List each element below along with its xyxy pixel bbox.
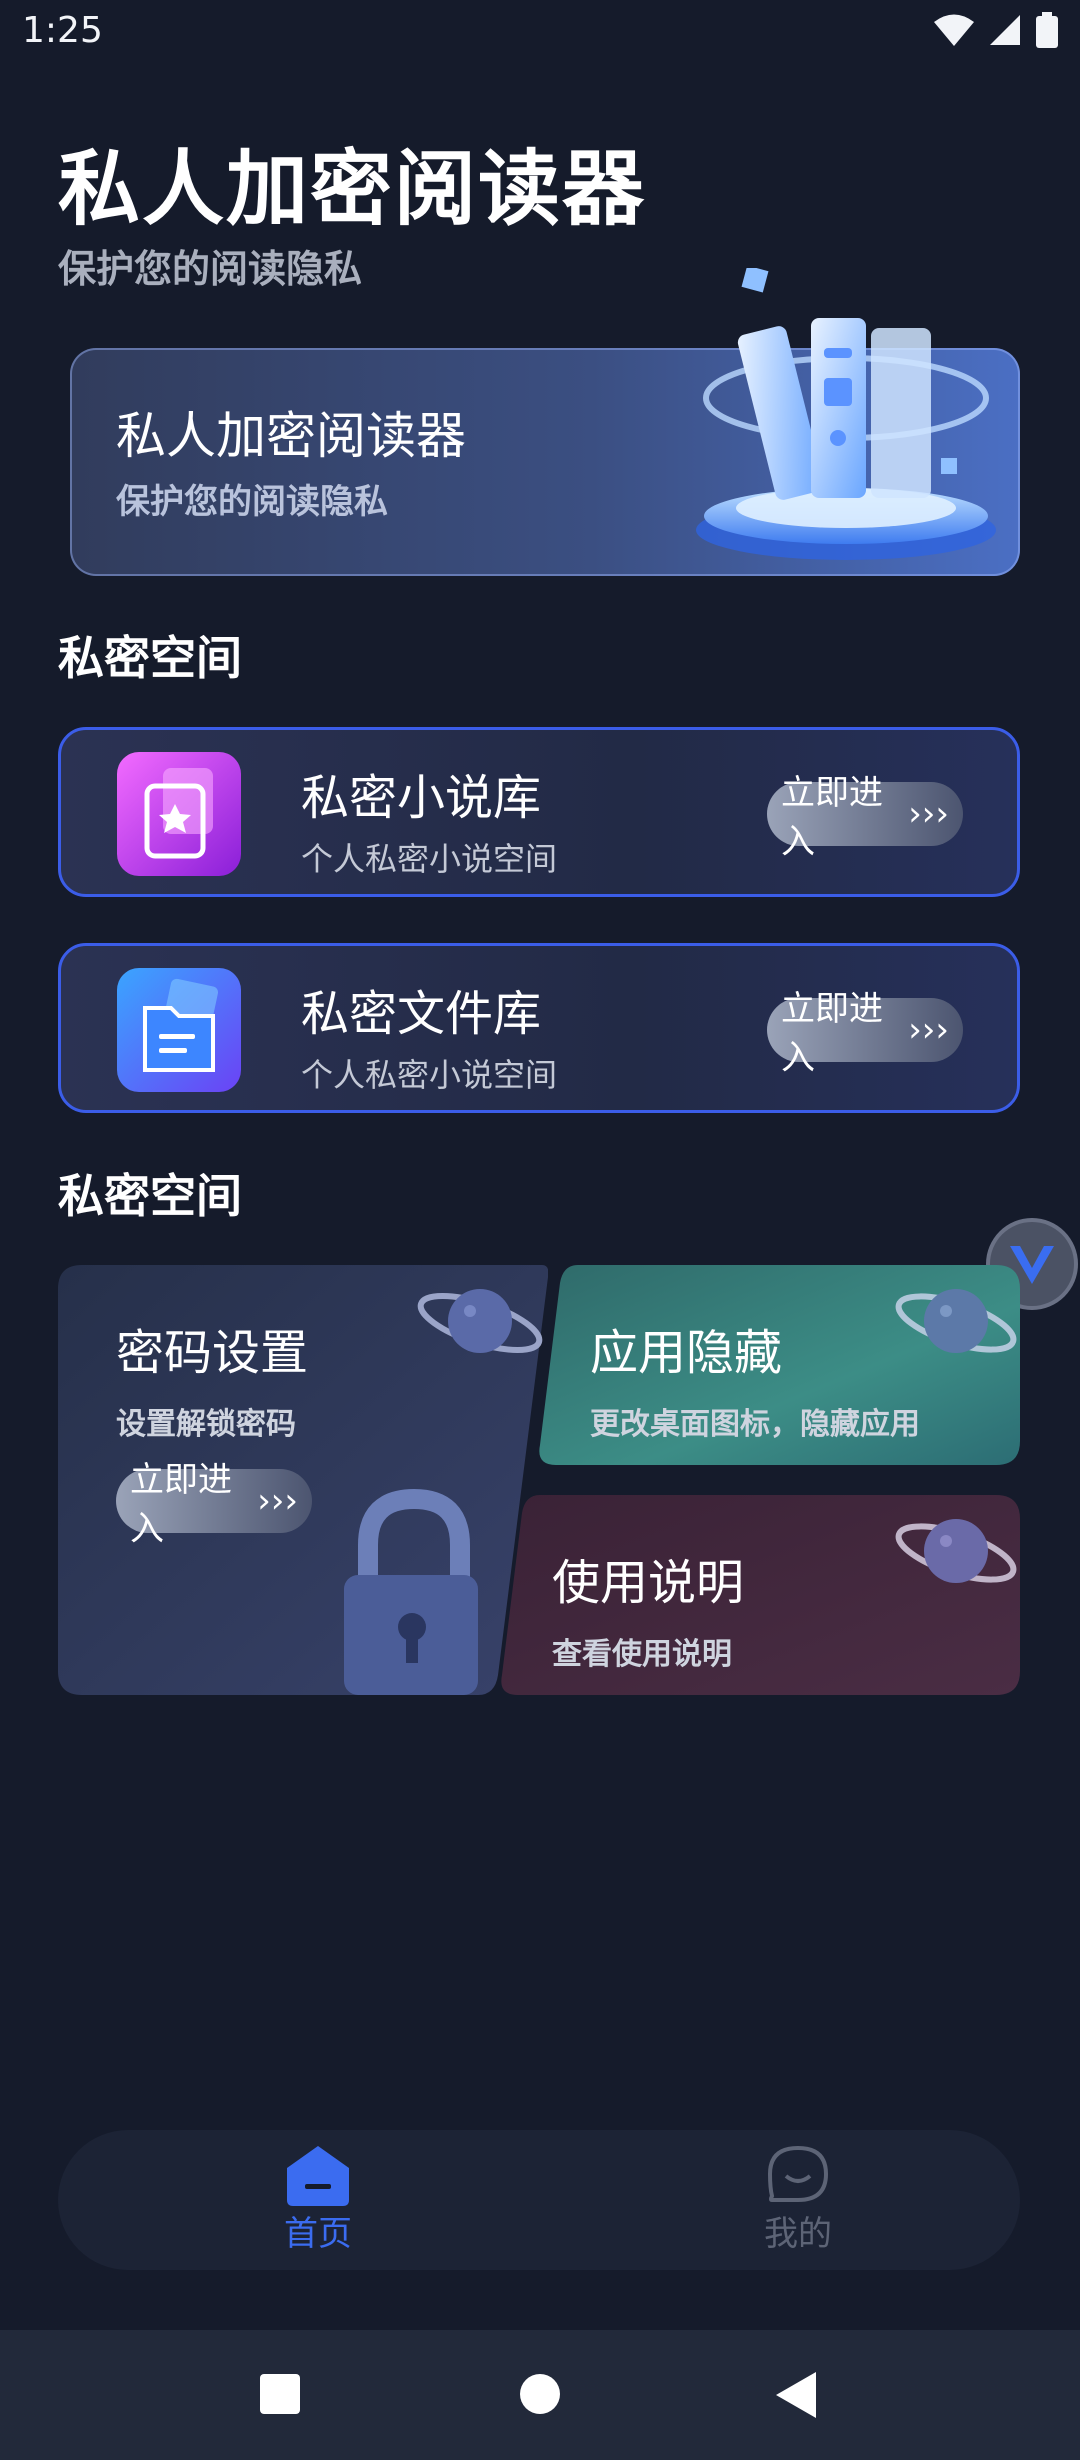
nav-item-home[interactable]: 首页: [258, 2144, 378, 2255]
system-navigation-bar: [0, 2330, 1080, 2460]
user-guide-tile[interactable]: 使用说明 查看使用说明: [498, 1495, 1020, 1695]
tile-title: 使用说明: [552, 1555, 745, 1611]
card-subtitle: 个人私密小说空间: [301, 840, 558, 878]
tile-title: 应用隐藏: [590, 1325, 783, 1381]
hero-banner: 私人加密阅读器 保护您的阅读隐私: [70, 268, 1020, 576]
back-icon[interactable]: [776, 2372, 816, 2418]
button-label: 立即进入: [130, 1460, 232, 1549]
recents-icon[interactable]: [260, 2374, 300, 2414]
novel-library-icon: [117, 752, 241, 876]
enter-novel-library-button[interactable]: 立即进入 ›››: [767, 773, 963, 862]
planet-icon: [417, 1289, 543, 1353]
tile-subtitle: 查看使用说明: [552, 1637, 732, 1672]
section-title-tools: 私密空间: [58, 1169, 242, 1223]
wifi-icon: [934, 14, 974, 46]
status-time: 1:25: [22, 10, 103, 51]
password-settings-tile[interactable]: 密码设置 设置解锁密码 立即进入 ›››: [58, 1265, 548, 1695]
chevrons-right-icon: ›››: [908, 1010, 949, 1050]
page-title: 私人加密阅读器: [58, 142, 647, 237]
button-label: 立即进入: [781, 989, 883, 1078]
home-icon: [287, 2146, 349, 2206]
enter-password-settings-button[interactable]: 立即进入 ›››: [116, 1460, 312, 1549]
banner-title: 私人加密阅读器: [116, 407, 466, 465]
banner-subtitle: 保护您的阅读隐私: [116, 482, 388, 522]
battery-icon: [1036, 12, 1058, 48]
bottom-navigation: 首页 我的: [58, 2130, 1020, 2270]
home-nav-icon[interactable]: [520, 2374, 560, 2414]
chevrons-right-icon: ›››: [257, 1481, 298, 1521]
card-subtitle: 个人私密小说空间: [301, 1056, 558, 1094]
section-title-private: 私密空间: [58, 631, 242, 685]
tile-subtitle: 更改桌面图标，隐藏应用: [590, 1407, 920, 1442]
status-icons: [934, 12, 1058, 48]
signal-icon: [990, 15, 1020, 45]
button-label: 立即进入: [781, 773, 883, 862]
nav-label: 首页: [284, 2214, 352, 2254]
bookshelf-illustration: [696, 268, 996, 560]
tile-subtitle: 设置解锁密码: [116, 1407, 296, 1442]
app-hide-tile[interactable]: 应用隐藏 更改桌面图标，隐藏应用: [536, 1265, 1020, 1465]
nav-item-profile[interactable]: 我的: [738, 2144, 858, 2255]
file-library-icon: [117, 968, 241, 1092]
card-title: 私密文件库: [301, 986, 542, 1042]
page-subtitle: 保护您的阅读隐私: [58, 247, 363, 291]
chevrons-right-icon: ›››: [908, 794, 949, 834]
profile-icon: [767, 2145, 829, 2202]
tile-title: 密码设置: [116, 1325, 309, 1381]
planet-icon: [895, 1519, 1017, 1583]
file-library-card[interactable]: 私密文件库 个人私密小说空间 立即进入 ›››: [58, 943, 1020, 1113]
card-title: 私密小说库: [301, 770, 542, 826]
nav-label: 我的: [764, 2214, 832, 2254]
lock-icon: [344, 1488, 478, 1695]
planet-icon: [895, 1289, 1017, 1353]
enter-file-library-button[interactable]: 立即进入 ›››: [767, 989, 963, 1078]
novel-library-card[interactable]: 私密小说库 个人私密小说空间 立即进入 ›››: [58, 727, 1020, 897]
